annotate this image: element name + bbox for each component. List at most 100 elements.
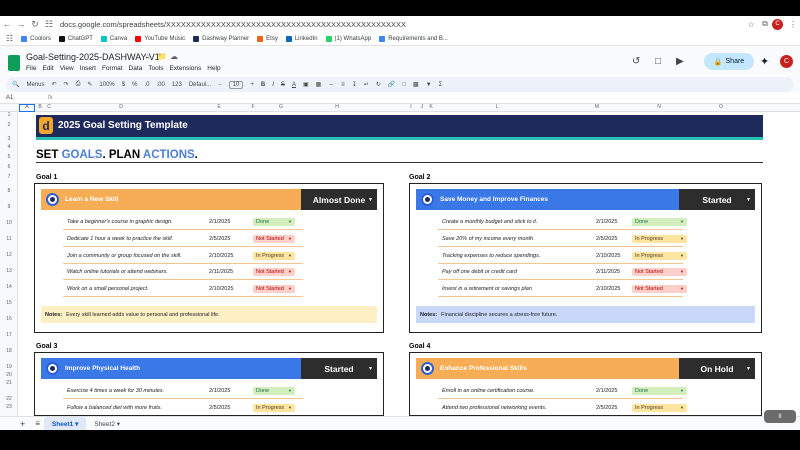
column-header[interactable]: C <box>44 104 54 110</box>
row-header[interactable]: 3 <box>0 136 18 142</box>
bookmark-item[interactable]: LinkedIn <box>285 35 318 42</box>
column-header[interactable]: D <box>116 104 126 110</box>
task-status-chip[interactable]: Not Started ▼ <box>253 285 295 294</box>
column-header[interactable]: H <box>332 104 342 110</box>
column-header[interactable]: G <box>276 104 286 110</box>
profile-avatar[interactable]: C <box>772 18 786 30</box>
row-header[interactable]: 20 <box>0 372 18 378</box>
increase-decimal[interactable]: .00 <box>156 82 164 88</box>
valign-icon[interactable]: ↧ <box>352 81 357 88</box>
task-status-chip[interactable]: Done ▼ <box>632 218 687 226</box>
menu-item[interactable]: Format <box>102 65 123 72</box>
italic-icon[interactable]: I <box>272 82 274 88</box>
sheets-logo-icon[interactable] <box>8 55 20 71</box>
task-status-chip[interactable]: In Progress ▼ <box>253 403 295 412</box>
task-status-chip[interactable]: In Progress ▼ <box>632 234 687 243</box>
back-icon[interactable]: ← <box>0 19 14 29</box>
bold-icon[interactable]: B <box>261 82 265 88</box>
menu-item[interactable]: File <box>26 65 36 72</box>
strikethrough-icon[interactable]: S <box>281 82 285 88</box>
goal-status-dropdown[interactable]: Started ▼ <box>301 358 377 379</box>
cell-reference[interactable]: A1 <box>0 95 40 101</box>
column-header[interactable]: E <box>214 104 224 110</box>
row-header[interactable]: 12 <box>0 252 18 258</box>
link-icon[interactable]: 🔗 <box>388 81 395 88</box>
row-header[interactable]: 13 <box>0 268 18 274</box>
row-header[interactable]: 10 <box>0 220 18 226</box>
row-header[interactable]: 2 <box>0 122 18 128</box>
row-header[interactable]: 16 <box>0 316 18 322</box>
text-color-icon[interactable]: A <box>292 82 296 88</box>
task-status-chip[interactable]: Not Started ▼ <box>253 234 295 243</box>
more-formats[interactable]: 123 <box>172 82 182 88</box>
column-header[interactable]: K <box>426 104 436 110</box>
row-header[interactable]: 9 <box>0 204 18 210</box>
task-status-chip[interactable]: In Progress ▼ <box>632 403 687 412</box>
task-status-chip[interactable]: In Progress ▼ <box>253 251 295 260</box>
add-sheet-icon[interactable]: + <box>20 419 25 429</box>
bookmark-item[interactable]: Requirements and B... <box>379 35 448 42</box>
font-size-decrease[interactable]: − <box>218 82 222 88</box>
wrap-icon[interactable]: ↵ <box>364 81 369 88</box>
currency-format[interactable]: $ <box>122 82 125 88</box>
task-status-chip[interactable]: Done ▼ <box>253 387 295 395</box>
selected-cell[interactable] <box>19 104 35 112</box>
menu-item[interactable]: Extensions <box>169 65 201 72</box>
bookmark-item[interactable]: ChatGPT <box>58 35 93 42</box>
goal-status-dropdown[interactable]: Almost Done ▼ <box>301 189 377 210</box>
row-header[interactable]: 23 <box>0 404 18 410</box>
column-header[interactable]: F <box>248 104 258 110</box>
bookmark-item[interactable]: Etsy <box>257 35 278 42</box>
menu-item[interactable]: Help <box>207 65 220 72</box>
row-header[interactable]: 22 <box>0 396 18 402</box>
row-header[interactable]: 6 <box>0 164 18 170</box>
task-status-chip[interactable]: Not Started ▼ <box>632 285 687 294</box>
row-header[interactable]: 1 <box>0 112 18 118</box>
redo-icon[interactable]: ↷ <box>64 81 69 88</box>
decrease-decimal[interactable]: .0 <box>144 82 149 88</box>
filter-icon[interactable]: ▼ <box>426 82 432 88</box>
site-info-icon[interactable]: ☷ <box>42 19 56 30</box>
row-header[interactable]: 18 <box>0 348 18 354</box>
column-header[interactable]: N <box>654 104 664 110</box>
column-header[interactable]: M <box>592 104 602 110</box>
row-header[interactable]: 19 <box>0 364 18 370</box>
menu-item[interactable]: Tools <box>148 65 163 72</box>
bookmark-item[interactable]: (1) WhatsApp <box>325 35 371 42</box>
column-header[interactable]: L <box>492 104 502 110</box>
search-icon[interactable]: 🔍 <box>12 81 19 88</box>
rotate-icon[interactable]: ↻ <box>376 81 381 88</box>
gemini-icon[interactable]: ✦ <box>760 55 769 68</box>
move-folder-icon[interactable]: 📁 <box>157 52 167 61</box>
column-header[interactable]: O <box>716 104 726 110</box>
paint-format-icon[interactable]: ✎ <box>87 81 92 88</box>
bookmark-item[interactable]: Coolors <box>21 35 51 42</box>
goal-status-dropdown[interactable]: On Hold ▼ <box>679 358 755 379</box>
document-title[interactable]: Goal-Setting-2025-DASHWAY-V1 <box>26 52 160 62</box>
forward-icon[interactable]: → <box>14 19 28 29</box>
task-status-chip[interactable]: Not Started ▼ <box>632 268 687 277</box>
apps-grid-icon[interactable]: ☷ <box>6 34 13 43</box>
account-avatar[interactable]: C <box>780 55 793 68</box>
column-header[interactable]: I <box>406 104 416 110</box>
row-header[interactable]: 21 <box>0 380 18 386</box>
star-icon[interactable]: ☆ <box>744 20 758 29</box>
comment-icon[interactable]: □ <box>402 82 406 88</box>
meet-icon[interactable]: ▶ <box>676 56 684 67</box>
percent-format[interactable]: % <box>132 82 137 88</box>
merge-icon[interactable]: ⇔ <box>328 82 334 88</box>
reload-icon[interactable]: ↻ <box>28 19 42 30</box>
bookmark-item[interactable]: Canva <box>100 35 127 42</box>
borders-icon[interactable]: ▦ <box>316 81 322 88</box>
bookmark-item[interactable]: YouTube Music <box>135 35 185 42</box>
browser-menu-icon[interactable]: ⋮ <box>786 20 800 29</box>
task-status-chip[interactable]: Done ▼ <box>253 218 295 226</box>
comments-icon[interactable]: □ <box>655 56 661 67</box>
font-size-input[interactable]: 10 <box>228 80 244 89</box>
functions-icon[interactable]: Σ <box>439 82 443 88</box>
row-header[interactable]: 4 <box>0 144 18 150</box>
url-text[interactable]: docs.google.com/spreadsheets/XXXXXXXXXXX… <box>60 20 700 29</box>
font-select[interactable]: Defaul... <box>189 82 211 88</box>
fill-color-icon[interactable]: ▣ <box>303 81 309 88</box>
tab-sheet1[interactable]: Sheet1 ▾ <box>43 416 87 431</box>
